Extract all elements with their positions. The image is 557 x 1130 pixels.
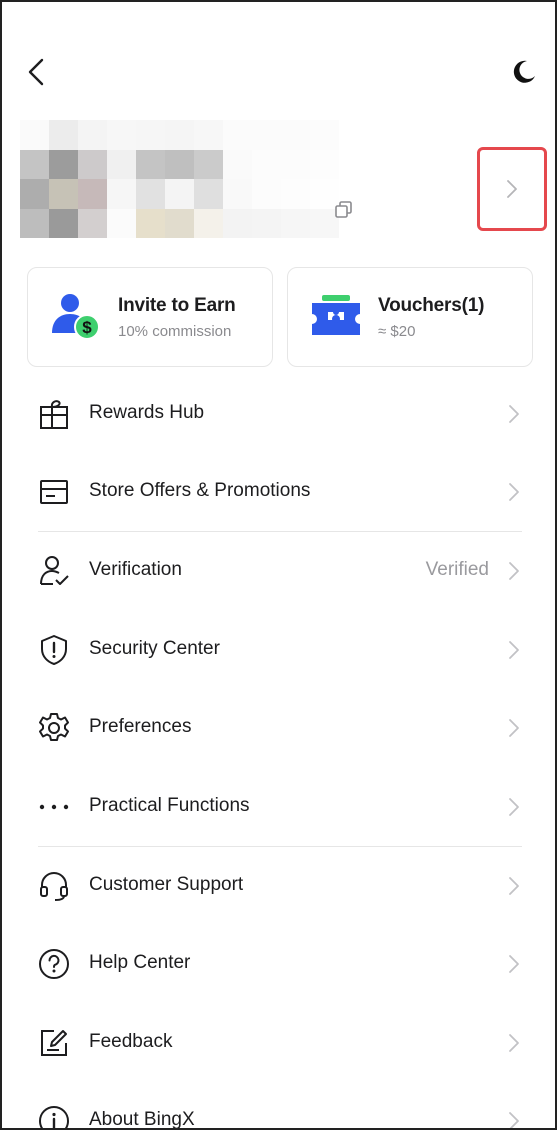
menu-item-help-center[interactable]: Help Center <box>2 924 555 1002</box>
question-circle-icon <box>39 949 69 979</box>
vouchers-card-subtitle: ≈ $20 <box>378 322 416 340</box>
menu-item-label: Rewards Hub <box>89 402 205 423</box>
menu-item-security-center[interactable]: Security Center <box>2 610 555 688</box>
gift-icon <box>40 400 68 429</box>
invite-to-earn-card[interactable]: $ Invite to Earn 10% commission <box>27 267 273 367</box>
menu-item-label: Customer Support <box>89 874 244 895</box>
invite-card-title: Invite to Earn <box>118 294 236 316</box>
more-dots-icon <box>39 804 69 810</box>
profile-header[interactable] <box>20 120 550 240</box>
invite-card-text: Invite to Earn 10% commission <box>118 295 236 340</box>
chevron-right-icon <box>509 562 519 580</box>
user-dollar-icon: $ <box>52 294 100 340</box>
top-bar <box>2 2 555 132</box>
chevron-right-icon <box>509 483 519 501</box>
menu-item-label: Security Center <box>89 638 220 659</box>
menu-item-store-offers[interactable]: Store Offers & Promotions <box>2 452 555 530</box>
menu-item-preferences[interactable]: Preferences <box>2 688 555 766</box>
menu-item-label: Store Offers & Promotions <box>89 480 311 501</box>
chevron-right-icon <box>509 1034 519 1052</box>
menu-item-customer-support[interactable]: Customer Support <box>2 846 555 924</box>
menu-item-practical-functions[interactable]: Practical Functions <box>2 767 555 845</box>
avatar <box>20 120 339 238</box>
chevron-left-icon[interactable] <box>24 57 50 87</box>
vouchers-card-text: Vouchers(1) ≈ $20 <box>378 295 484 340</box>
store-icon <box>40 480 68 504</box>
vouchers-card[interactable]: Vouchers(1) ≈ $20 <box>287 267 533 367</box>
info-circle-icon <box>39 1106 69 1128</box>
menu-item-rewards-hub[interactable]: Rewards Hub <box>2 374 555 452</box>
moon-icon[interactable] <box>510 58 538 86</box>
chevron-right-icon <box>509 1112 519 1128</box>
verification-status: Verified <box>425 559 489 580</box>
copy-icon[interactable] <box>334 200 354 220</box>
menu-item-label: Verification <box>89 559 182 580</box>
vouchers-card-title: Vouchers(1) <box>378 294 485 316</box>
menu-item-feedback[interactable]: Feedback <box>2 1003 555 1081</box>
menu-item-verification[interactable]: Verification Verified <box>2 531 555 609</box>
gear-icon <box>39 713 69 741</box>
menu-item-label: Help Center <box>89 952 191 973</box>
menu-item-label: Practical Functions <box>89 795 250 816</box>
shield-icon <box>41 635 67 665</box>
edit-square-icon <box>41 1030 67 1056</box>
menu-item-about[interactable]: About BingX <box>2 1081 555 1130</box>
svg-text:$: $ <box>82 318 92 337</box>
chevron-right-icon <box>509 955 519 973</box>
chevron-right-icon <box>509 405 519 423</box>
menu-item-label: Feedback <box>89 1031 173 1052</box>
headset-icon <box>40 872 68 901</box>
invite-card-subtitle: 10% commission <box>118 322 232 340</box>
voucher-ticket-icon <box>312 295 360 335</box>
screen-frame: $ Invite to Earn 10% commission Vouchers… <box>0 0 557 1130</box>
chevron-right-icon <box>509 641 519 659</box>
profile-detail-button[interactable] <box>477 147 547 231</box>
menu-item-label: About BingX <box>89 1109 195 1130</box>
menu-item-label: Preferences <box>89 716 192 737</box>
user-check-icon <box>40 556 69 585</box>
chevron-right-icon <box>507 180 517 198</box>
chevron-right-icon <box>509 877 519 895</box>
chevron-right-icon <box>509 719 519 737</box>
chevron-right-icon <box>509 798 519 816</box>
